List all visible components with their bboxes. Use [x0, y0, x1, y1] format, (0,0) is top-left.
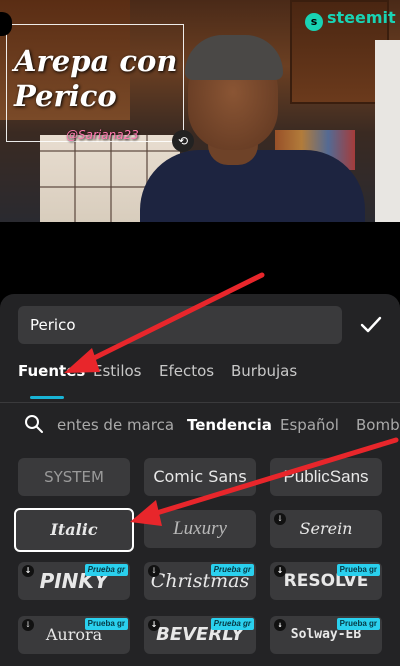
font-solway[interactable]: ↓ Solway-EB Prueba gr [270, 616, 382, 654]
font-christmas[interactable]: ↓ Christmas Prueba gr [144, 562, 256, 600]
person-hair [185, 35, 283, 80]
video-preview: Arepa con Perico ⟲ @Sariana23 s steemit [0, 0, 400, 222]
text-editor-panel: Perico Fuentes Estilos Efectos Burbujas … [0, 294, 400, 666]
font-italic[interactable]: Italic [14, 508, 134, 552]
trial-badge: Prueba gr [84, 618, 128, 630]
download-icon: ↓ [274, 619, 286, 631]
download-icon: ↓ [274, 565, 286, 577]
font-resolve[interactable]: ↓ RESOLVE Prueba gr [270, 562, 382, 600]
download-icon: ↓ [274, 513, 286, 525]
trial-badge: Prueba gr [336, 564, 380, 576]
category-espanol[interactable]: Español [280, 416, 339, 434]
person-shirt [140, 150, 365, 222]
trial-badge: Prueba gr [336, 618, 380, 630]
text-input[interactable]: Perico [18, 306, 342, 344]
font-system[interactable]: SYSTEM [18, 458, 130, 496]
category-tendencia[interactable]: Tendencia [187, 416, 272, 434]
font-beverly[interactable]: ↓ BEVERLY Prueba gr [144, 616, 256, 654]
font-pinky[interactable]: ↓ PINKY Prueba gr [18, 562, 130, 600]
trial-badge: Prueba gr [210, 618, 254, 630]
check-icon[interactable] [360, 314, 382, 336]
download-icon: ↓ [22, 619, 34, 631]
trial-badge: Prueba gr [84, 564, 128, 576]
tab-estilos[interactable]: Estilos [93, 362, 142, 380]
tab-fuentes[interactable]: Fuentes [18, 362, 85, 380]
steemit-logo-icon: s [305, 13, 323, 31]
tab-burbujas[interactable]: Burbujas [231, 362, 297, 380]
trial-badge: Prueba gr [210, 564, 254, 576]
divider [0, 402, 400, 403]
download-icon: ↓ [148, 619, 160, 631]
font-aurora[interactable]: ↓ Aurora Prueba gr [18, 616, 130, 654]
tab-efectos[interactable]: Efectos [159, 362, 214, 380]
search-icon[interactable] [24, 414, 44, 434]
overlay-title-line1: Arepa con [14, 44, 178, 78]
font-serein[interactable]: ↓ Serein [270, 510, 382, 548]
rotate-icon[interactable]: ⟲ [172, 130, 194, 152]
spacer [0, 222, 400, 294]
download-icon: ↓ [22, 565, 34, 577]
overlay-title[interactable]: Arepa con Perico [14, 44, 177, 114]
steemit-logo: s steemit [305, 8, 396, 31]
download-icon: ↓ [148, 565, 160, 577]
overlay-title-line2: Perico [14, 79, 117, 113]
active-tab-indicator [30, 396, 64, 399]
font-serein-label: Serein [299, 519, 353, 538]
category-bomb[interactable]: Bomb [356, 416, 400, 434]
font-publicsans[interactable]: PublicSans [270, 458, 382, 496]
category-marca[interactable]: entes de marca [57, 416, 174, 434]
steemit-logo-text: steemit [327, 8, 396, 27]
font-comic-sans[interactable]: Comic Sans [144, 458, 256, 496]
watermark: @Sariana23 [66, 128, 139, 142]
font-luxury[interactable]: Luxury [144, 510, 256, 548]
fridge [375, 40, 400, 222]
